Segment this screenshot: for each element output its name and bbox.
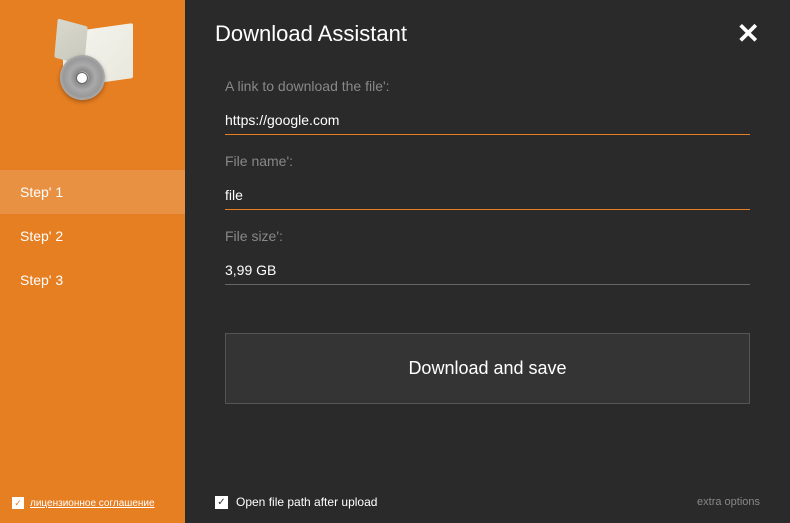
extra-options-link[interactable]: extra options [697, 496, 760, 508]
step-3[interactable]: Step' 3 [0, 258, 185, 302]
footer-left: ✓ Open file path after upload [215, 495, 377, 509]
link-input[interactable] [225, 106, 750, 135]
step-2[interactable]: Step' 2 [0, 214, 185, 258]
page-title: Download Assistant [215, 21, 407, 47]
filename-input[interactable] [225, 181, 750, 210]
filesize-input[interactable] [225, 256, 750, 285]
steps-list: Step' 1 Step' 2 Step' 3 [0, 170, 185, 302]
filename-label: File name': [225, 153, 750, 169]
step-label: Step' 1 [20, 184, 63, 200]
filesize-label: File size': [225, 228, 750, 244]
sidebar: Step' 1 Step' 2 Step' 3 ✓ лицензионное с… [0, 0, 185, 523]
step-label: Step' 2 [20, 228, 63, 244]
download-form: A link to download the file': File name'… [185, 58, 790, 481]
step-1[interactable]: Step' 1 [0, 170, 185, 214]
header: Download Assistant ✕ [185, 0, 790, 58]
open-path-label: Open file path after upload [236, 495, 377, 509]
field-filesize: File size': [225, 228, 750, 285]
link-label: A link to download the file': [225, 78, 750, 94]
field-link: A link to download the file': [225, 78, 750, 135]
license-link[interactable]: лицензионное соглашение [30, 498, 155, 509]
close-icon[interactable]: ✕ [737, 20, 760, 48]
open-path-checkbox[interactable]: ✓ [215, 496, 228, 509]
sidebar-footer: ✓ лицензионное соглашение [0, 483, 185, 523]
main-panel: Download Assistant ✕ A link to download … [185, 0, 790, 523]
main-footer: ✓ Open file path after upload extra opti… [185, 481, 790, 523]
download-save-button[interactable]: Download and save [225, 333, 750, 404]
field-filename: File name': [225, 153, 750, 210]
license-checkbox[interactable]: ✓ [12, 497, 24, 509]
installer-icon [48, 20, 138, 100]
step-label: Step' 3 [20, 272, 63, 288]
